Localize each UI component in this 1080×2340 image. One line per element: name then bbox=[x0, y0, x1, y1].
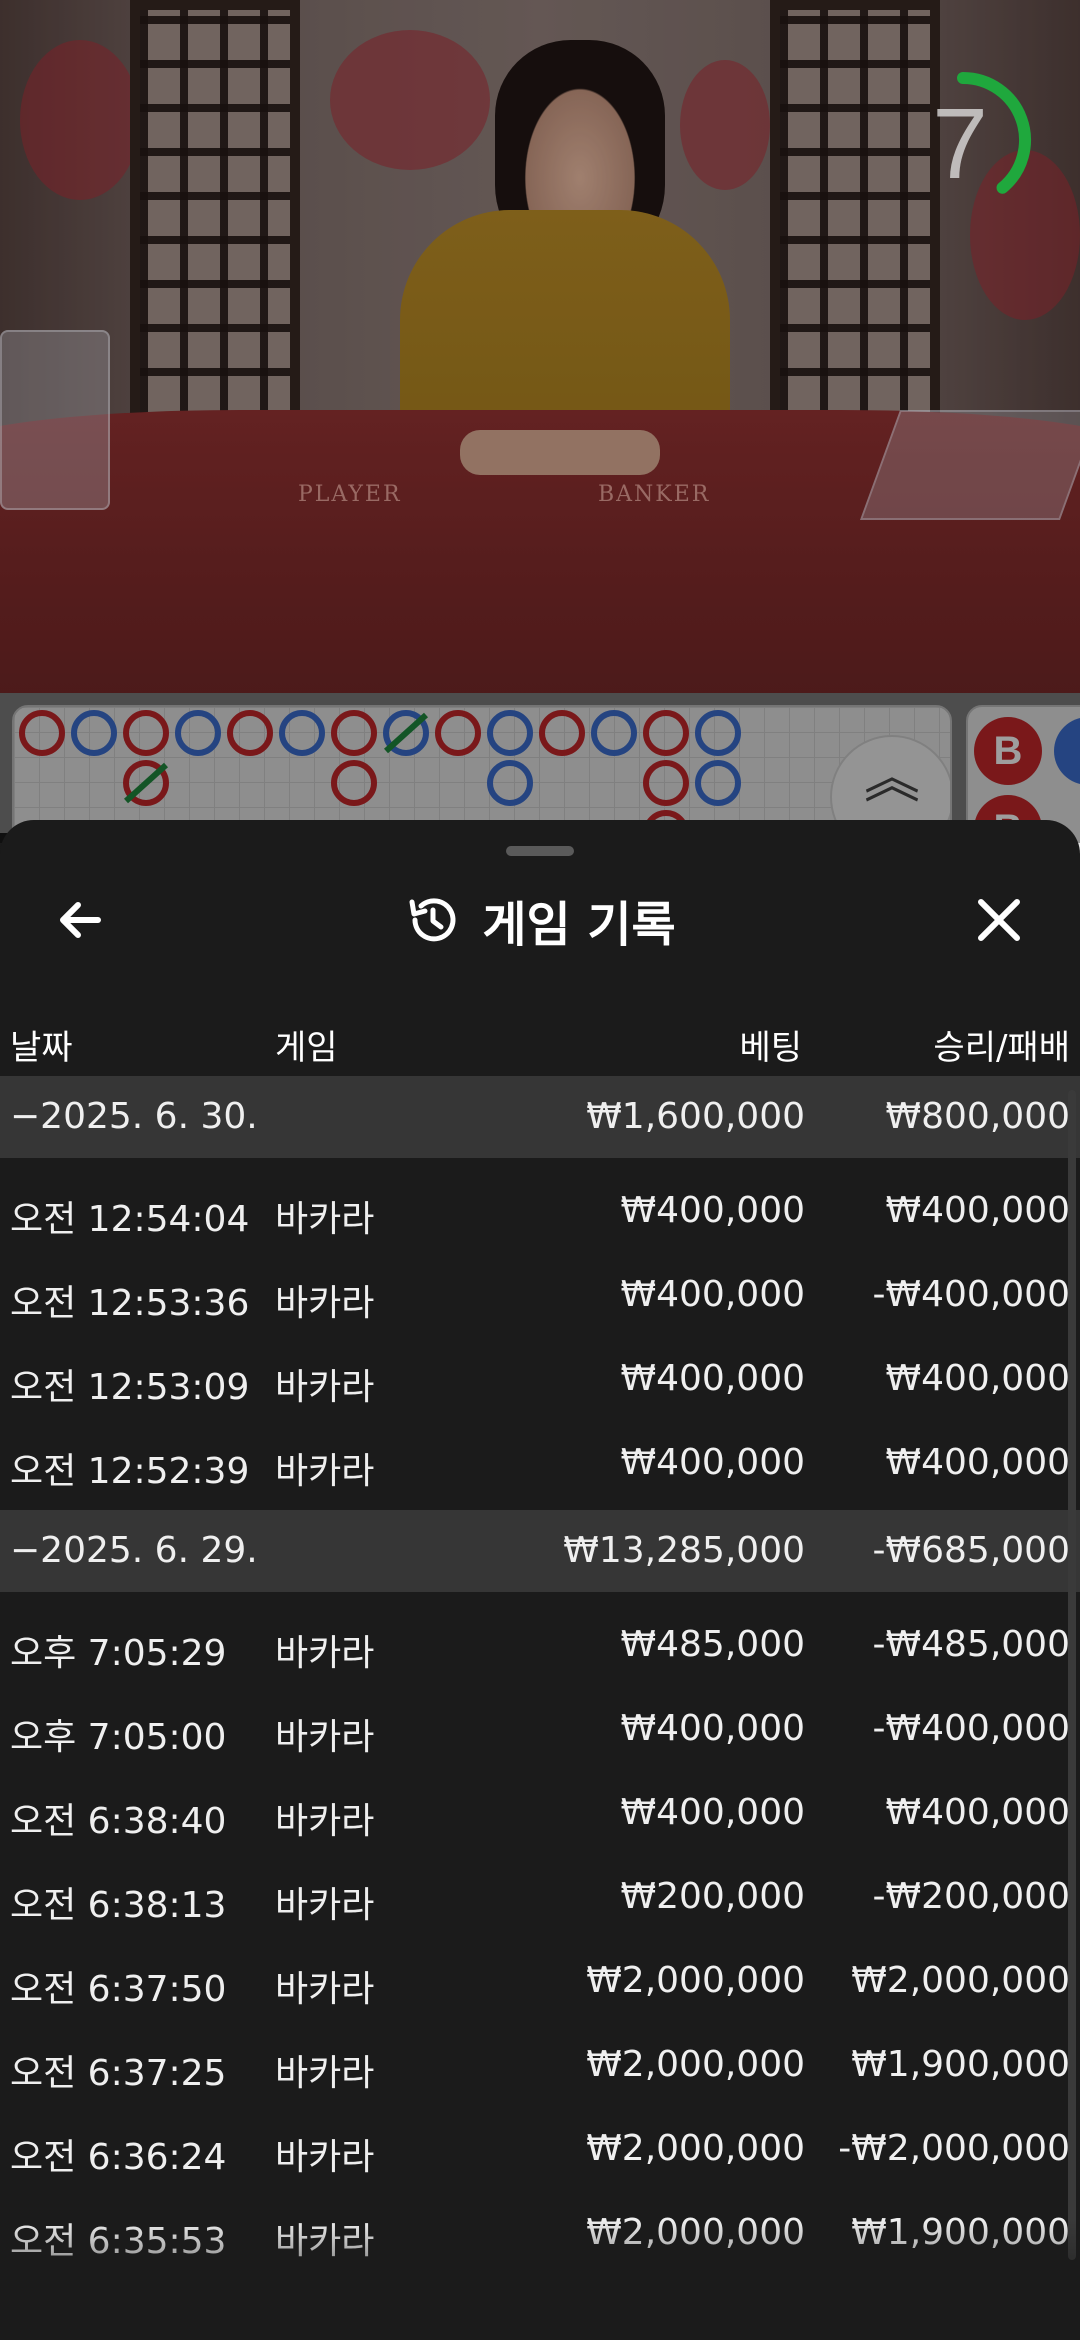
row-date: −2025. 6. 30. bbox=[10, 1096, 258, 1137]
row-game: 바카라 bbox=[275, 1969, 375, 2010]
row-date: 오후 7:05:00 bbox=[10, 1717, 227, 1758]
row-date: 오전 12:54:04 bbox=[10, 1199, 250, 1240]
row-date: 오전 6:38:40 bbox=[10, 1801, 227, 1842]
row-bet: ₩400,000 bbox=[620, 1442, 805, 1483]
row-bet: ₩400,000 bbox=[620, 1358, 805, 1399]
table-row[interactable]: 오전 6:36:24 바카라 ₩2,000,000 -₩2,000,000 bbox=[0, 2106, 1080, 2190]
row-date: 오전 12:53:09 bbox=[10, 1367, 250, 1408]
column-header-win-loss: 승리/패배 bbox=[933, 1028, 1070, 1068]
row-bet: ₩13,285,000 bbox=[563, 1530, 805, 1571]
row-game: 바카라 bbox=[275, 1367, 375, 1408]
close-button[interactable] bbox=[964, 885, 1034, 955]
row-win-loss: -₩685,000 bbox=[872, 1530, 1070, 1571]
table-header: 날짜 게임 베팅 승리/패배 bbox=[0, 1000, 1080, 1080]
row-bet: ₩2,000,000 bbox=[586, 1960, 805, 2001]
row-bet: ₩400,000 bbox=[620, 1792, 805, 1833]
row-bet: ₩400,000 bbox=[620, 1274, 805, 1315]
row-game: 바카라 bbox=[275, 1885, 375, 1926]
table-row[interactable]: 오전 12:53:36 바카라 ₩400,000 -₩400,000 bbox=[0, 1252, 1080, 1336]
row-win-loss: ₩400,000 bbox=[885, 1442, 1070, 1483]
sheet-title: 게임 기록 bbox=[482, 897, 676, 953]
row-game: 바카라 bbox=[275, 1283, 375, 1324]
table-row[interactable]: 오전 6:38:40 바카라 ₩400,000 ₩400,000 bbox=[0, 1770, 1080, 1854]
row-game: 바카라 bbox=[275, 1633, 375, 1674]
history-table[interactable]: −2025. 6. 30. ₩1,600,000 ₩800,000 오전 12:54:… bbox=[0, 1076, 1080, 2340]
row-win-loss: -₩400,000 bbox=[872, 1274, 1070, 1315]
row-win-loss: ₩400,000 bbox=[885, 1358, 1070, 1399]
table-row[interactable]: 오후 7:05:29 바카라 ₩485,000 -₩485,000 bbox=[0, 1602, 1080, 1686]
date-group-row[interactable]: −2025. 6. 29. ₩13,285,000 -₩685,000 bbox=[0, 1510, 1080, 1592]
close-icon bbox=[978, 899, 1020, 941]
countdown-timer: 7 bbox=[888, 40, 1038, 240]
table-row[interactable]: 오전 12:53:09 바카라 ₩400,000 ₩400,000 bbox=[0, 1336, 1080, 1420]
row-win-loss: ₩1,900,000 bbox=[851, 2044, 1070, 2085]
row-game: 바카라 bbox=[275, 2053, 375, 2094]
row-date: 오전 6:38:13 bbox=[10, 1885, 227, 1926]
table-row[interactable]: 오전 6:37:25 바카라 ₩2,000,000 ₩1,900,000 bbox=[0, 2022, 1080, 2106]
column-header-game: 게임 bbox=[275, 1028, 338, 1068]
timer-value: 7 bbox=[932, 88, 988, 200]
row-bet: ₩200,000 bbox=[620, 1876, 805, 1917]
live-video: PLAYER BANKER 7 bbox=[0, 0, 1080, 693]
row-win-loss: ₩2,000,000 bbox=[851, 1960, 1070, 2001]
column-header-date: 날짜 bbox=[10, 1028, 73, 1068]
table-row[interactable]: 오전 12:54:04 바카라 ₩400,000 ₩400,000 bbox=[0, 1168, 1080, 1252]
row-win-loss: ₩400,000 bbox=[885, 1792, 1070, 1833]
row-date: 오전 6:37:50 bbox=[10, 1969, 227, 2010]
row-win-loss: -₩485,000 bbox=[872, 1624, 1070, 1665]
row-game: 바카라 bbox=[275, 1717, 375, 1758]
row-win-loss: ₩800,000 bbox=[885, 1096, 1070, 1137]
table-row[interactable]: 오전 12:52:39 바카라 ₩400,000 ₩400,000 bbox=[0, 1420, 1080, 1504]
row-bet: ₩400,000 bbox=[620, 1190, 805, 1231]
row-date: 오후 7:05:29 bbox=[10, 1633, 227, 1674]
row-date: 오전 12:53:36 bbox=[10, 1283, 250, 1324]
row-bet: ₩1,600,000 bbox=[586, 1096, 805, 1137]
table-row[interactable]: 오후 7:05:00 바카라 ₩400,000 -₩400,000 bbox=[0, 1686, 1080, 1770]
sheet-drag-handle[interactable] bbox=[506, 846, 574, 856]
row-bet: ₩400,000 bbox=[620, 1708, 805, 1749]
table-row[interactable]: 오전 6:38:13 바카라 ₩200,000 -₩200,000 bbox=[0, 1854, 1080, 1938]
column-header-bet: 베팅 bbox=[739, 1028, 802, 1068]
row-bet: ₩485,000 bbox=[620, 1624, 805, 1665]
row-win-loss: -₩200,000 bbox=[872, 1876, 1070, 1917]
history-icon bbox=[409, 898, 456, 942]
table-row[interactable]: 오전 6:37:50 바카라 ₩2,000,000 ₩2,000,000 bbox=[0, 1938, 1080, 2022]
scrollbar[interactable] bbox=[1068, 1090, 1076, 2260]
row-bet: ₩2,000,000 bbox=[586, 2128, 805, 2169]
row-bet: ₩2,000,000 bbox=[586, 2044, 805, 2085]
list-fade bbox=[0, 2220, 1080, 2340]
game-history-sheet: 게임 기록 날짜 게임 베팅 승리/패배 −2025. 6. 30. ₩1,600… bbox=[0, 820, 1080, 2340]
row-game: 바카라 bbox=[275, 1199, 375, 1240]
row-game: 바카라 bbox=[275, 2137, 375, 2178]
row-game: 바카라 bbox=[275, 1801, 375, 1842]
row-win-loss: ₩400,000 bbox=[885, 1190, 1070, 1231]
row-win-loss: -₩400,000 bbox=[872, 1708, 1070, 1749]
sheet-header: 게임 기록 bbox=[0, 878, 1080, 962]
row-date: −2025. 6. 29. bbox=[10, 1530, 258, 1571]
row-game: 바카라 bbox=[275, 1451, 375, 1492]
row-date: 오전 12:52:39 bbox=[10, 1451, 250, 1492]
row-date: 오전 6:36:24 bbox=[10, 2137, 227, 2178]
date-group-row[interactable]: −2025. 6. 30. ₩1,600,000 ₩800,000 bbox=[0, 1076, 1080, 1158]
app-screen: PLAYER BANKER 7 ︽ B 게임 기록 날짜 게임 베팅 승리/패배… bbox=[0, 0, 1080, 2340]
row-date: 오전 6:37:25 bbox=[10, 2053, 227, 2094]
row-win-loss: -₩2,000,000 bbox=[838, 2128, 1070, 2169]
